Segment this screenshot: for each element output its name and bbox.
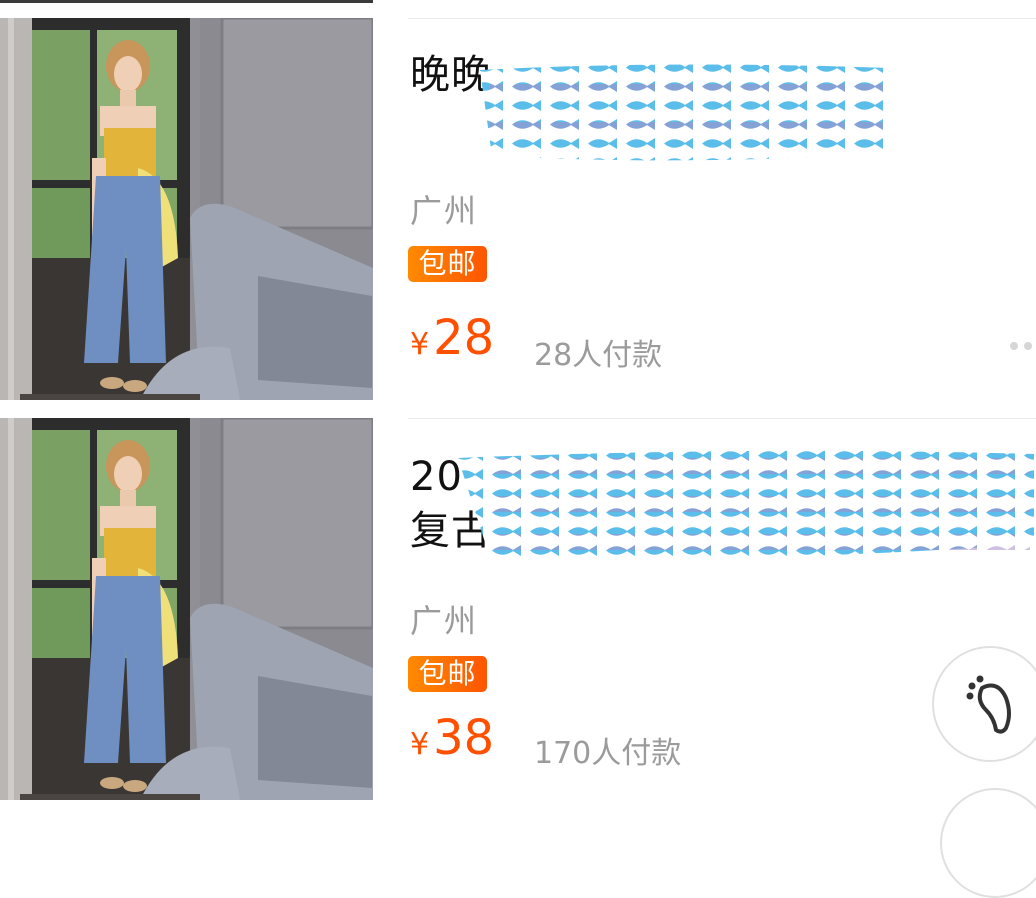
price-value: 38 (433, 710, 495, 766)
free-shipping-badge: 包邮 (408, 656, 487, 692)
free-shipping-badge: 包邮 (408, 246, 487, 282)
seller-location: 广州 (410, 192, 479, 230)
floating-button[interactable] (940, 788, 1036, 898)
more-options-icon[interactable] (1010, 342, 1032, 350)
redaction-mask (458, 450, 1034, 560)
price: ¥38 (410, 710, 494, 766)
sales-count: 28人付款 (534, 338, 663, 373)
footprint-icon (966, 675, 1011, 734)
seller-location: 广州 (410, 602, 479, 640)
previous-item-edge (0, 0, 373, 3)
redaction-mask (480, 64, 890, 161)
divider (408, 18, 1036, 19)
sales-count: 170人付款 (534, 736, 682, 771)
divider (408, 418, 1036, 419)
currency-symbol: ¥ (410, 327, 430, 362)
product-image[interactable] (0, 18, 373, 400)
footprint-button[interactable] (932, 646, 1036, 762)
product-card[interactable]: 20 复古 广州 包邮 ¥38 170人付款 (0, 418, 1036, 800)
product-card[interactable]: 晚晚 广州 包邮 ¥28 28人付款 (0, 18, 1036, 400)
currency-symbol: ¥ (410, 727, 430, 762)
price-value: 28 (433, 310, 495, 366)
product-image[interactable] (0, 418, 373, 800)
price: ¥28 (410, 310, 494, 366)
